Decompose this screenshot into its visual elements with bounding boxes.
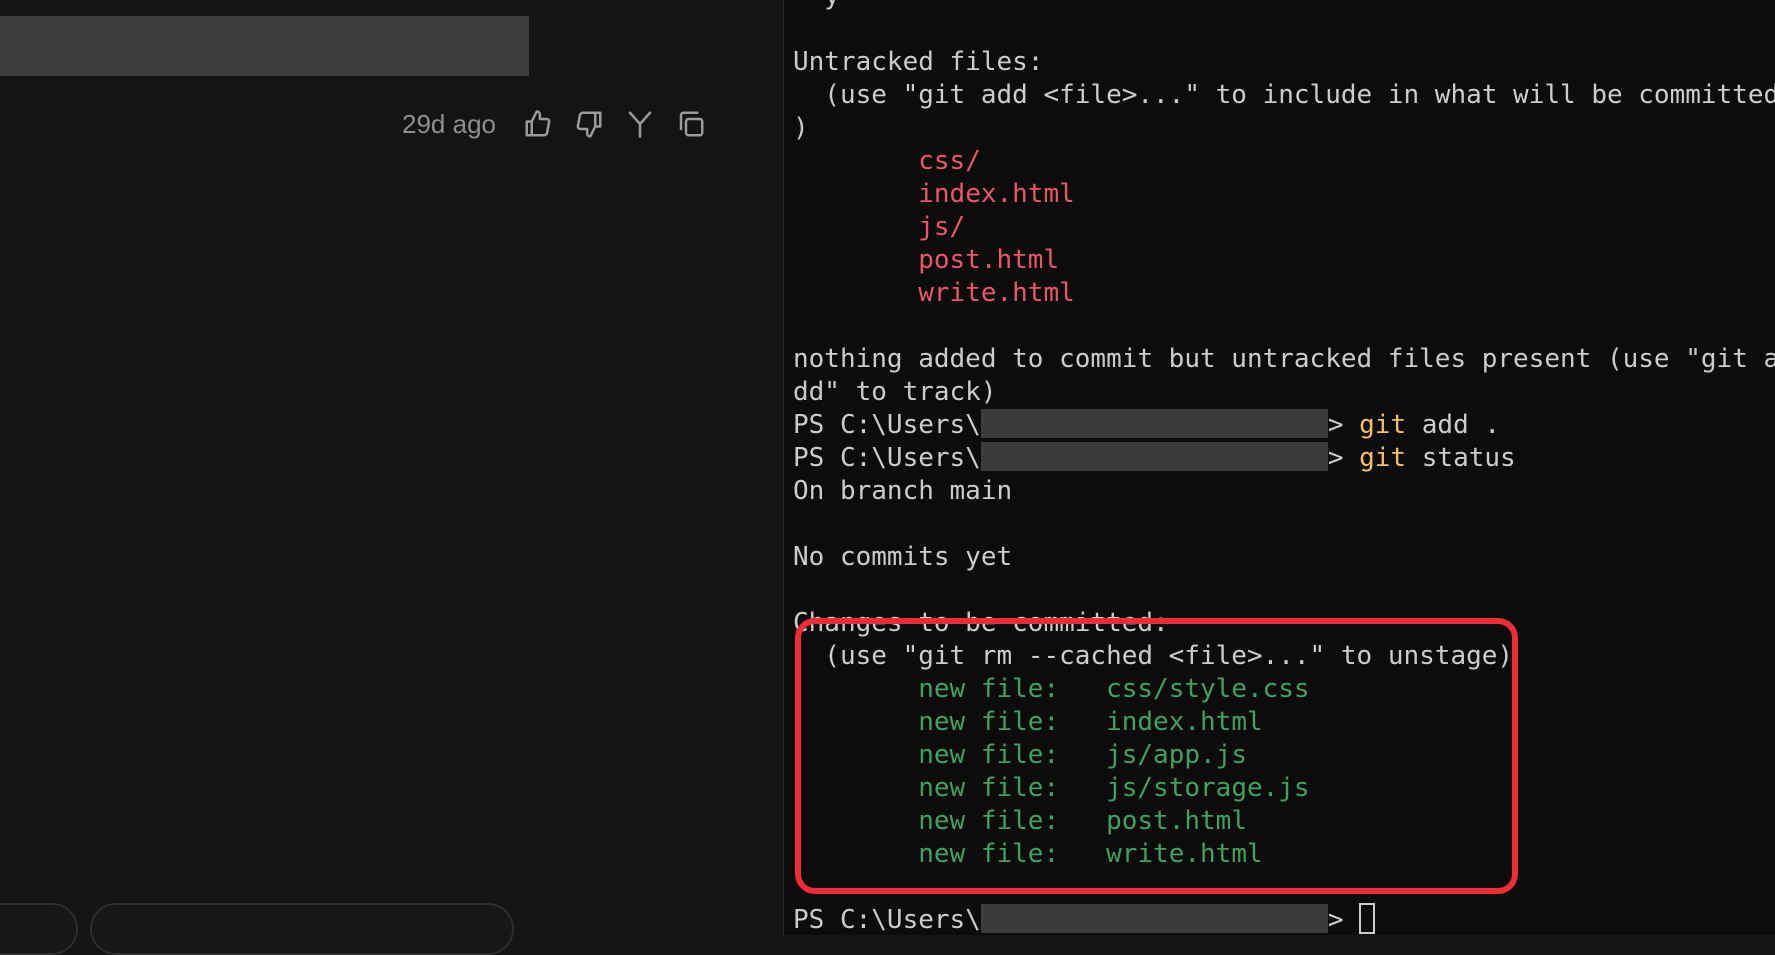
new-file-label: new file: [918, 806, 1060, 836]
terminal-cursor[interactable] [1359, 903, 1376, 934]
staged-file: js/storage.js [1106, 773, 1310, 803]
prompt-suffix: > [1327, 443, 1344, 473]
redacted-username [980, 409, 1328, 438]
terminal-line: dd" to track) [793, 377, 997, 407]
new-file-label: new file: [918, 773, 1060, 803]
staged-file: post.html [1106, 806, 1247, 836]
terminal-window[interactable]: y Untracked files: (use "git add <file>.… [784, 0, 1775, 935]
redacted-message-bubble [0, 16, 529, 76]
prompt-line: PS C:\Users\ > git add . [793, 409, 1775, 442]
untracked-file-line: index.html [793, 178, 1775, 211]
staged-file-line: new file: js/app.js [793, 739, 1775, 772]
untracked-file: post.html [918, 245, 1060, 275]
command-args: status [1406, 443, 1516, 473]
prompt-line: PS C:\Users\ > [793, 903, 1775, 935]
prompt-suffix: > [1327, 905, 1344, 935]
terminal-line: y [793, 0, 1775, 13]
prompt-suffix: > [1327, 410, 1344, 440]
untracked-file: js/ [918, 212, 966, 242]
thumbs-down-icon[interactable] [573, 108, 605, 140]
bottom-chip-input[interactable] [90, 903, 514, 955]
command-args: add . [1406, 410, 1501, 440]
prompt-line: PS C:\Users\ > git status [793, 442, 1775, 475]
terminal-line: (use "git add <file>..." to include in w… [793, 80, 1775, 110]
terminal-output: y Untracked files: (use "git add <file>.… [793, 0, 1775, 935]
chat-pane: 29d ago [0, 0, 783, 955]
copy-icon[interactable] [675, 108, 707, 140]
prompt-prefix: PS C:\Users\ [793, 410, 981, 440]
untracked-file-line: post.html [793, 244, 1775, 277]
untracked-file-line: js/ [793, 211, 1775, 244]
staged-file-line: new file: js/storage.js [793, 772, 1775, 805]
command-name: git [1359, 443, 1407, 473]
terminal-line: nothing added to commit but untracked fi… [793, 344, 1775, 374]
new-file-label: new file: [918, 740, 1060, 770]
new-file-label: new file: [918, 707, 1060, 737]
message-timestamp: 29d ago [402, 108, 496, 139]
staged-file: index.html [1106, 707, 1263, 737]
terminal-line: Untracked files: [793, 47, 1044, 77]
staged-file-line: new file: post.html [793, 805, 1775, 838]
branch-icon[interactable] [624, 108, 656, 140]
staged-file-line: new file: index.html [793, 706, 1775, 739]
untracked-file-line: write.html [793, 277, 1775, 310]
untracked-file: write.html [918, 278, 1075, 308]
new-file-label: new file: [918, 839, 1060, 869]
terminal-line: (use "git rm --cached <file>..." to unst… [793, 641, 1514, 671]
redacted-username [980, 904, 1328, 933]
prompt-prefix: PS C:\Users\ [793, 905, 981, 935]
thumbs-up-icon[interactable] [522, 108, 554, 140]
new-file-label: new file: [918, 674, 1060, 704]
message-actions-bar: 29d ago [402, 104, 726, 144]
staged-file: css/style.css [1106, 674, 1310, 704]
redacted-username [980, 442, 1328, 471]
prompt-prefix: PS C:\Users\ [793, 443, 981, 473]
command-name: git [1359, 410, 1407, 440]
untracked-file: index.html [918, 179, 1075, 209]
terminal-line: On branch main [793, 476, 1013, 506]
terminal-line: ) [793, 113, 809, 143]
staged-file-line: new file: write.html [793, 838, 1775, 871]
terminal-line: No commits yet [793, 542, 1013, 572]
bottom-chip-left[interactable] [0, 903, 78, 955]
untracked-file: css/ [918, 146, 981, 176]
terminal-line: Changes to be committed: [793, 608, 1169, 638]
untracked-file-line: css/ [793, 145, 1775, 178]
staged-file: js/app.js [1106, 740, 1247, 770]
staged-file-line: new file: css/style.css [793, 673, 1775, 706]
staged-file: write.html [1106, 839, 1263, 869]
